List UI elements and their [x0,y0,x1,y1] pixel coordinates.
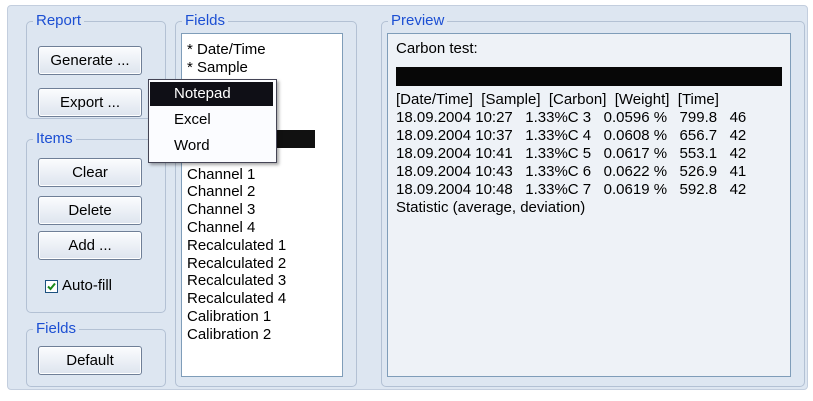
preview-selected-bar [396,67,782,86]
fields-list-item[interactable]: Channel 3 [187,201,315,219]
autofill-label[interactable]: Auto-fill [62,277,112,294]
add-button[interactable]: Add ... [38,231,142,260]
preview-row: 18.09.2004 10:43 1.33%C 6 0.0622 % 526.9… [396,163,747,180]
fields-list-legend: Fields [185,12,226,29]
export-menu: Notepad Excel Word [148,79,277,163]
generate-button[interactable]: Generate ... [38,46,142,75]
export-button[interactable]: Export ... [38,88,142,117]
preview-footer: Statistic (average, deviation) [396,199,586,216]
menu-item-excel[interactable]: Excel [150,108,273,132]
fields-list-item[interactable]: Calibration 1 [187,308,315,326]
preview-row: 18.09.2004 10:37 1.33%C 4 0.0608 % 656.7… [396,127,747,144]
delete-button[interactable]: Delete [38,196,142,225]
fields-list-item[interactable]: Recalculated 3 [187,272,315,290]
fields-list-item[interactable]: * Sample [187,59,315,77]
report-group-legend: Report [36,12,82,29]
preview-row: 18.09.2004 10:27 1.33%C 3 0.0596 % 799.8… [396,109,747,126]
preview-header: [Date/Time] [Sample] [Carbon] [Weight] [… [396,91,719,108]
preview-row: 18.09.2004 10:41 1.33%C 5 0.0617 % 553.1… [396,145,747,162]
fields-list-item[interactable]: Recalculated 2 [187,255,315,273]
fields-list-item[interactable]: Calibration 2 [187,326,315,344]
default-button[interactable]: Default [38,346,142,375]
fields-list-item[interactable]: Channel 2 [187,183,315,201]
preview-legend: Preview [391,12,445,29]
autofill-checkbox[interactable] [45,280,58,293]
items-group-legend: Items [36,130,73,147]
menu-item-notepad[interactable]: Notepad [150,82,273,106]
fields-list-item[interactable]: Channel 4 [187,219,315,237]
preview-title: Carbon test: [396,40,478,57]
fields-list-item[interactable]: Recalculated 1 [187,237,315,255]
preview-box: Carbon test: [Date/Time] [Sample] [Carbo… [387,33,791,377]
menu-item-word[interactable]: Word [150,134,273,158]
check-icon [47,282,56,291]
fields-default-legend: Fields [36,320,77,337]
preview-row: 18.09.2004 10:48 1.33%C 7 0.0619 % 592.8… [396,181,747,198]
fields-list-item[interactable]: Channel 1 [187,166,315,184]
clear-button[interactable]: Clear [38,158,142,187]
fields-list-item[interactable]: Recalculated 4 [187,290,315,308]
fields-list-item[interactable]: * Date/Time [187,41,315,59]
